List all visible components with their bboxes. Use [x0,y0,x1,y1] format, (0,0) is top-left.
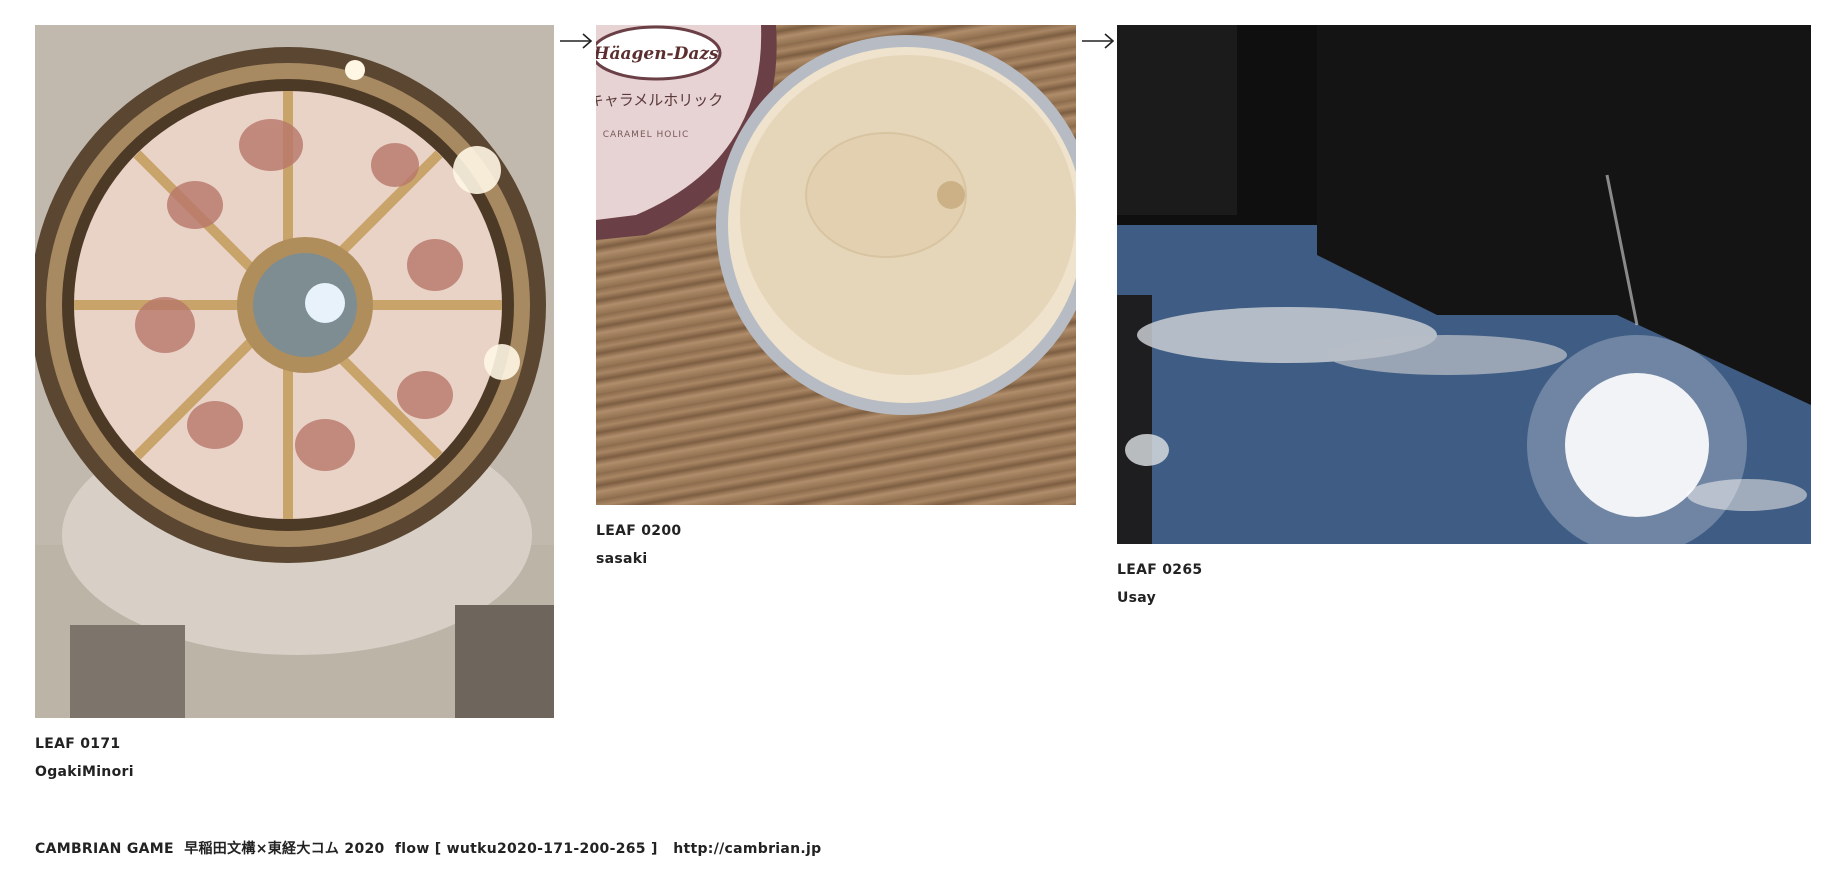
leaf-item-0265[interactable]: LEAF 0265 Usay [1117,25,1811,612]
leaf-author: OgakiMinori [35,764,134,780]
leaf-photo-0200[interactable]: Häagen-Dazs キャラメルホリック CARAMEL HOLIC [596,25,1076,505]
dome-fresco-image [35,25,554,718]
footer-text: CAMBRIAN GAME 早稲田文構×東経大コム 2020 flow [ wu… [35,841,674,857]
leaf-label: LEAF 0200 [596,523,682,539]
footer: CAMBRIAN GAME 早稲田文構×東経大コム 2020 flow [ wu… [35,838,821,858]
leaf-author: sasaki [596,551,648,567]
leaf-photo-0265[interactable] [1117,25,1811,544]
sky-sun-image [1117,25,1811,544]
leaf-label: LEAF 0265 [1117,562,1203,578]
brand-text: Häagen-Dazs [596,44,719,64]
leaf-item-0171[interactable]: LEAF 0171 OgakiMinori [35,25,554,786]
flavor-jp-text: キャラメルホリック [596,91,723,109]
leaf-label: LEAF 0171 [35,736,121,752]
arrow-right-icon [560,33,593,49]
footer-link[interactable]: http://cambrian.jp [673,841,821,857]
leaf-item-0200[interactable]: Häagen-Dazs キャラメルホリック CARAMEL HOLIC LEAF… [596,25,1076,573]
arrow-right-icon [1082,33,1115,49]
leaf-photo-0171[interactable] [35,25,554,718]
leaf-author: Usay [1117,590,1157,606]
flavor-en-text: CARAMEL HOLIC [603,130,690,140]
ice-cream-image: Häagen-Dazs キャラメルホリック CARAMEL HOLIC [596,25,1076,415]
